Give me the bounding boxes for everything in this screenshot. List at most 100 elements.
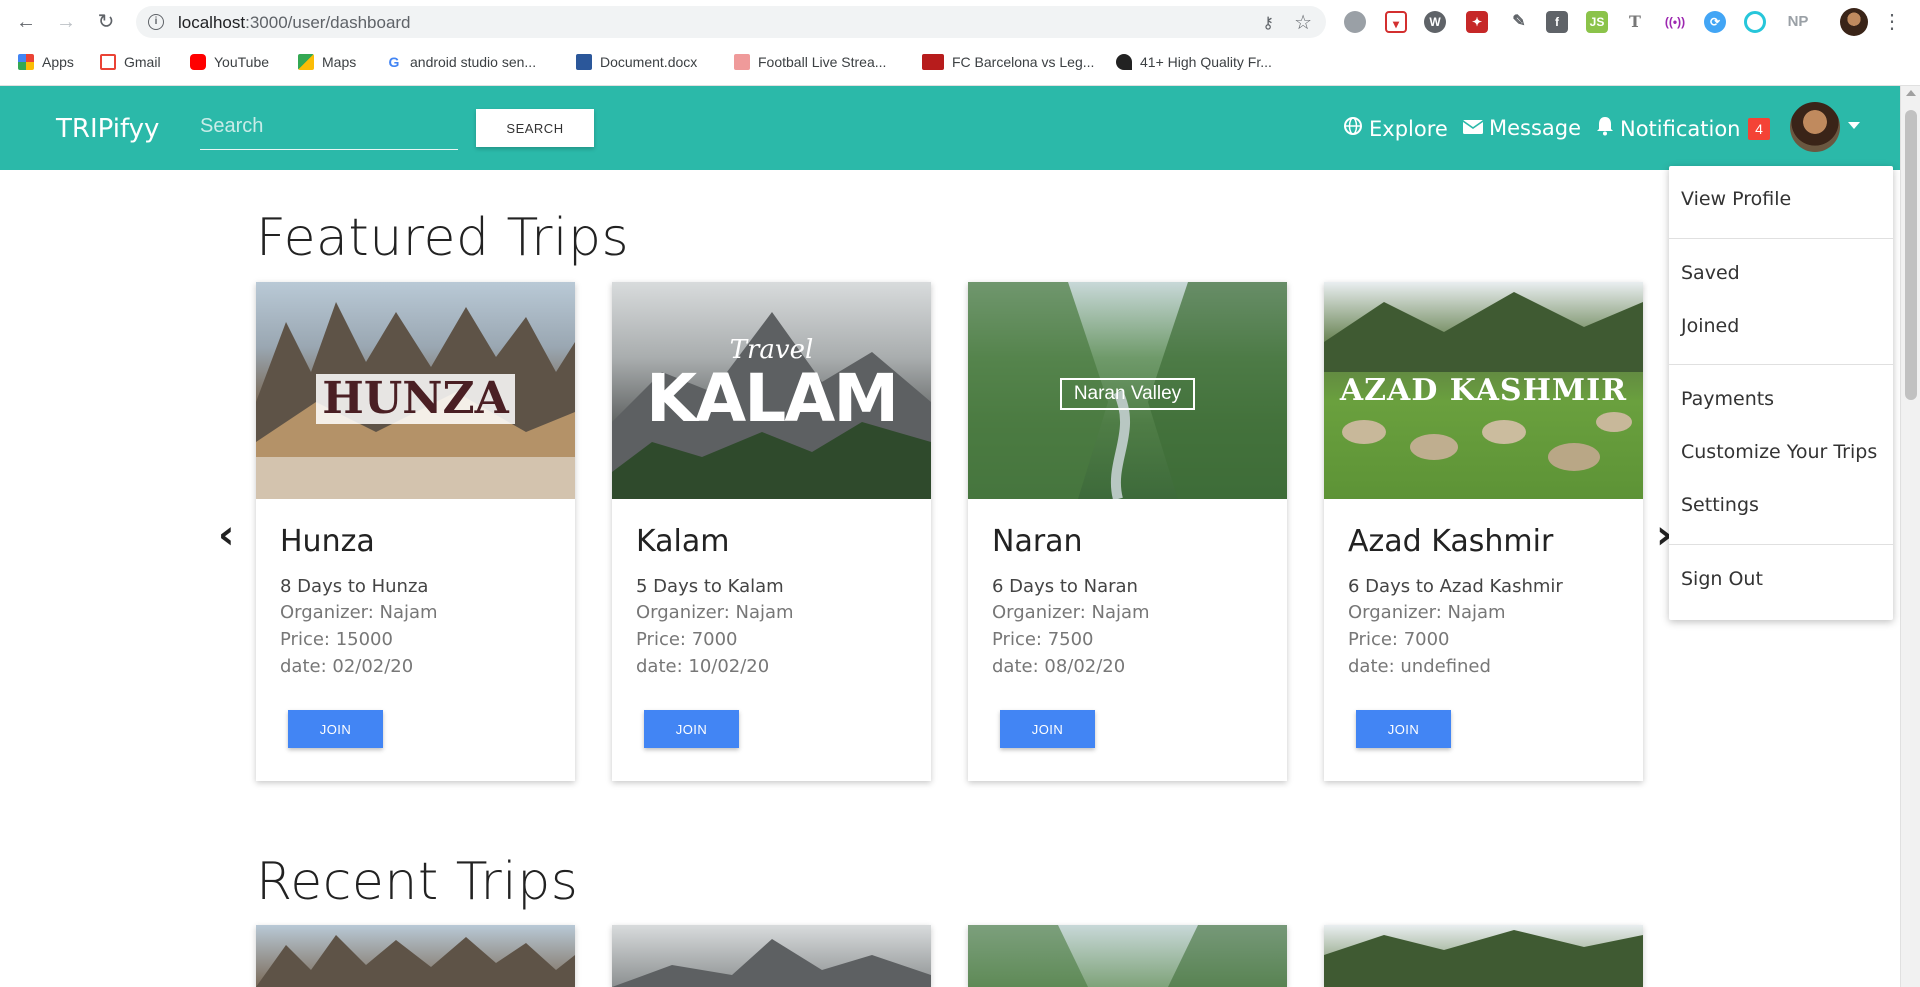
search-button[interactable]: SEARCH [476,109,594,147]
user-avatar[interactable] [1790,102,1840,152]
red-extension-icon[interactable]: ✦ [1466,11,1488,33]
nav-message-label: Message [1489,116,1582,140]
nav-message[interactable]: Message [1462,116,1582,140]
trip-organizer: Organizer: Najam [636,602,794,623]
facebook-extension-icon[interactable]: f [1546,11,1568,33]
wordpress-extension-icon[interactable]: W [1424,11,1446,33]
trip-card: Naran Valley Naran 6 Days to Naran Organ… [968,282,1287,781]
page-scrollbar[interactable] [1900,86,1920,987]
join-button[interactable]: JOIN [644,710,739,748]
url-path: :3000/user/dashboard [245,13,411,32]
bookmark-android-studio[interactable]: Gandroid studio sen... [386,54,536,70]
menu-item-customize-trips[interactable]: Customize Your Trips [1681,441,1877,463]
bookmark-apps[interactable]: Apps [18,54,74,70]
valley-graphic [968,925,1287,987]
menu-item-joined[interactable]: Joined [1681,315,1739,337]
trip-image-kalam: Travel KALAM [612,282,931,499]
trip-name: Azad Kashmir [1348,524,1554,559]
bookmark-star-icon[interactable]: ☆ [1294,10,1312,35]
radio-extension-icon[interactable]: ((•)) [1664,11,1686,33]
meadow-graphic [1324,930,1643,987]
menu-item-view-profile[interactable]: View Profile [1681,188,1791,210]
profile-avatar-icon[interactable] [1840,8,1868,36]
nav-explore[interactable]: Explore [1343,116,1448,141]
trip-price: Price: 7000 [1348,629,1450,650]
mountain-graphic [256,935,575,987]
trip-price: Price: 7000 [636,629,738,650]
app-navbar: TRIPifyy SEARCH Explore Message Notifica… [0,86,1900,170]
key-icon[interactable]: ⚷ [1262,13,1274,33]
trip-card: HUNZA Hunza 8 Days to Hunza Organizer: N… [256,282,575,781]
trip-name: Naran [992,524,1083,559]
nav-notification-label: Notification [1620,116,1741,141]
trip-organizer: Organizer: Najam [1348,602,1506,623]
user-dropdown-menu: View Profile Saved Joined Payments Custo… [1669,166,1893,620]
globe-extension-icon[interactable] [1344,11,1366,33]
eyedropper-extension-icon[interactable]: ✎ [1508,11,1530,33]
trip-name: Hunza [280,524,375,559]
browser-toolbar: ← → ↻ i localhost:3000/user/dashboard ⚷ … [0,0,1920,44]
nav-notification[interactable]: Notification [1596,116,1741,141]
bookmark-label: android studio sen... [410,54,537,70]
menu-divider [1669,364,1893,365]
menu-item-settings[interactable]: Settings [1681,494,1759,516]
reload-icon[interactable]: ↻ [94,10,118,34]
bookmark-label: Apps [42,54,74,70]
scrollbar-thumb[interactable] [1905,110,1917,400]
np-extension-icon[interactable]: NP [1784,11,1812,33]
scroll-up-icon[interactable] [1906,90,1916,96]
image-caption-box: HUNZA [256,374,575,424]
teal-extension-icon[interactable] [1744,11,1766,33]
menu-divider [1669,544,1893,545]
trip-subtitle: 8 Days to Hunza [280,576,429,597]
brand-logo[interactable]: TRIPifyy [56,114,159,144]
nav-explore-label: Explore [1369,116,1448,141]
join-button[interactable]: JOIN [288,710,383,748]
word-icon [576,54,592,70]
recent-trip-card [1324,925,1643,987]
bookmark-label: 41+ High Quality Fr... [1140,54,1272,70]
caret-down-icon[interactable] [1848,122,1860,129]
mountain-graphic [612,939,931,987]
menu-item-sign-out[interactable]: Sign Out [1681,568,1763,590]
trip-card: AZAD KASHMIR Azad Kashmir 6 Days to Azad… [1324,282,1643,781]
bookmark-high-quality[interactable]: 41+ High Quality Fr... [1116,54,1272,70]
t-extension-icon[interactable]: T [1624,11,1646,33]
site-info-icon[interactable]: i [148,14,164,30]
join-button[interactable]: JOIN [1356,710,1451,748]
browser-chrome: ← → ↻ i localhost:3000/user/dashboard ⚷ … [0,0,1920,86]
search-input[interactable] [200,106,458,146]
menu-item-payments[interactable]: Payments [1681,388,1774,410]
node-extension-icon[interactable]: JS [1586,11,1608,33]
trip-date: date: 02/02/20 [280,656,414,677]
url-text[interactable]: localhost:3000/user/dashboard [178,13,411,33]
trip-card: Travel KALAM Kalam 5 Days to Kalam Organ… [612,282,931,781]
trip-image-azad-kashmir: AZAD KASHMIR [1324,282,1643,499]
bookmark-youtube[interactable]: YouTube [190,54,269,70]
bookmark-football[interactable]: Football Live Strea... [734,54,886,70]
image-caption: Naran Valley [1059,378,1196,410]
address-bar[interactable]: i localhost:3000/user/dashboard ⚷ ☆ [136,6,1326,38]
menu-item-saved[interactable]: Saved [1681,262,1740,284]
bookmark-label: Maps [322,54,357,70]
pocket-extension-icon[interactable]: ▾ [1385,11,1407,33]
bookmark-gmail[interactable]: Gmail [100,54,161,70]
apps-grid-icon [18,54,34,70]
bookmark-maps[interactable]: Maps [298,54,356,70]
bell-icon [1596,116,1614,141]
notification-count-badge: 4 [1748,118,1770,140]
carousel-prev-icon[interactable]: ‹ [218,512,234,558]
trip-subtitle: 6 Days to Naran [992,576,1138,597]
join-button[interactable]: JOIN [1000,710,1095,748]
trip-price: Price: 15000 [280,629,393,650]
envelope-icon [1462,116,1484,140]
bookmark-document[interactable]: Document.docx [576,54,697,70]
bookmark-fc-barcelona[interactable]: FC Barcelona vs Leg... [922,54,1094,70]
forward-icon[interactable]: → [54,10,78,34]
menu-kebab-icon[interactable]: ⋮ [1880,10,1904,34]
back-icon[interactable]: ← [14,10,38,34]
bookmark-label: Gmail [124,54,161,70]
url-host: localhost [178,13,246,32]
image-caption-box: Naran Valley [968,378,1287,410]
blue-extension-icon[interactable]: ⟳ [1704,11,1726,33]
